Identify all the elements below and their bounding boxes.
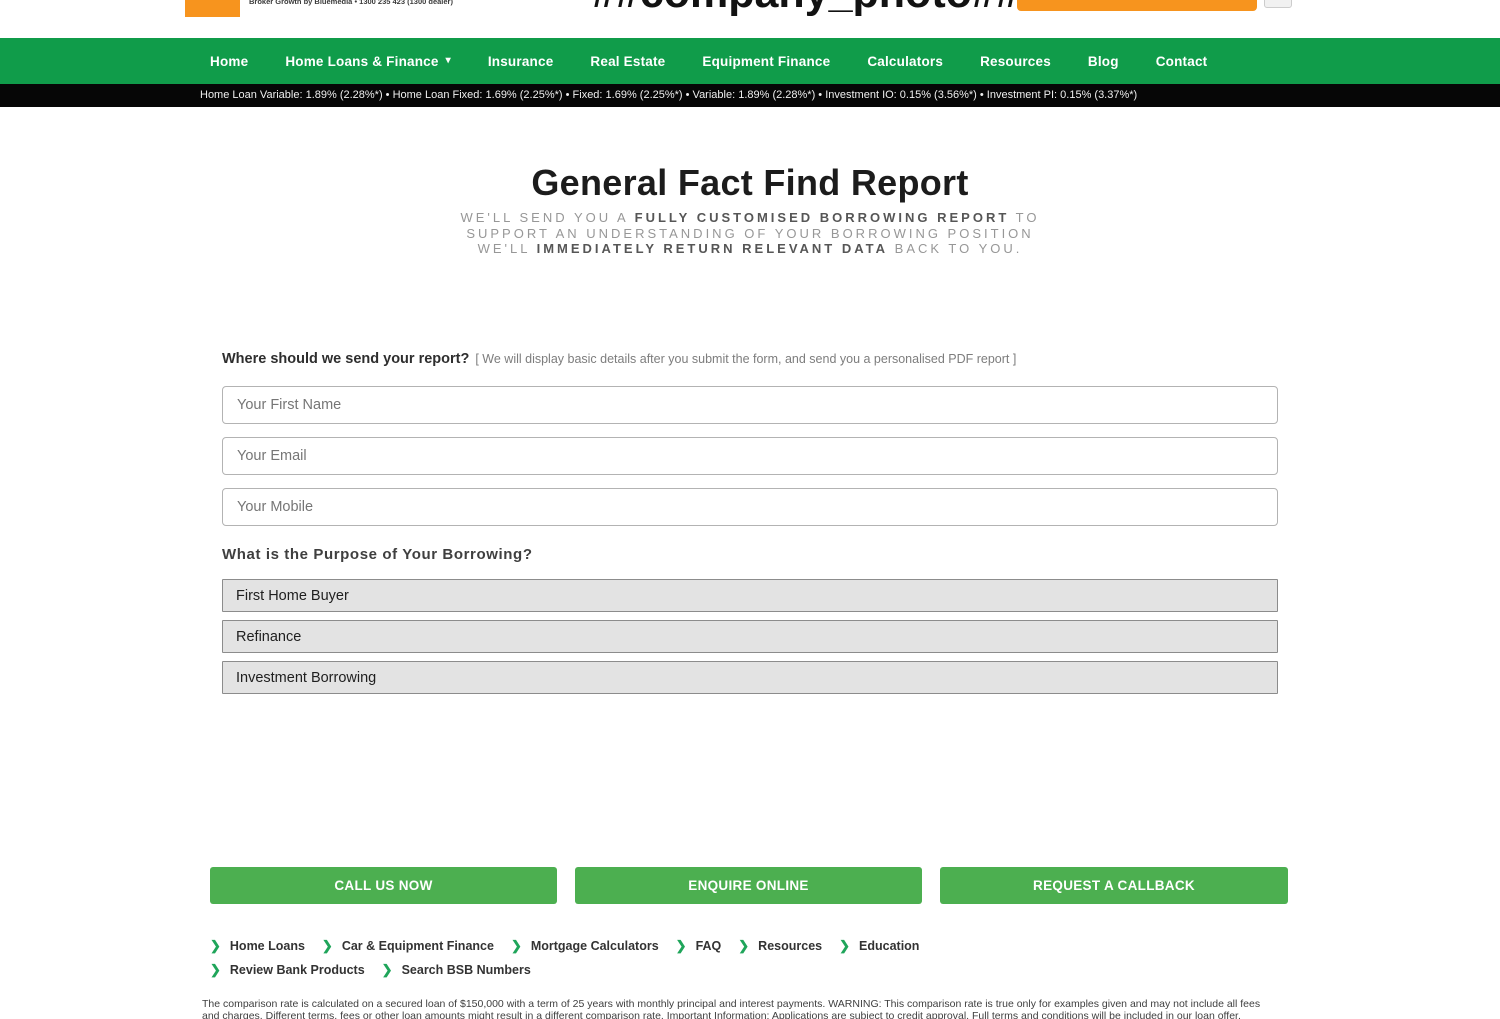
header-menu-button[interactable] [1264, 0, 1292, 8]
nav-item-blog[interactable]: Blog [1088, 54, 1119, 69]
nav-item-label: Home Loans & Finance [285, 54, 438, 69]
nav-item-label: Blog [1088, 54, 1119, 69]
footer-link-car-equipment-finance[interactable]: ❯ Car & Equipment Finance [322, 938, 494, 954]
header-tagline: Broker Growth by Bluemedia • 1300 235 42… [249, 0, 453, 6]
chevron-right-icon: ❯ [839, 938, 850, 954]
footer-link-label: Search BSB Numbers [402, 963, 531, 977]
nav-item-resources[interactable]: Resources [980, 54, 1051, 69]
footer-link-label: Education [859, 939, 919, 953]
chevron-right-icon: ❯ [210, 962, 221, 978]
chevron-right-icon: ❯ [676, 938, 687, 954]
nav-item-label: Real Estate [590, 54, 665, 69]
first-name-input[interactable] [222, 386, 1278, 424]
footer-link-home-loans[interactable]: ❯ Home Loans [210, 938, 305, 954]
nav-item-label: Resources [980, 54, 1051, 69]
footer-links-row-1: ❯ Home Loans ❯ Car & Equipment Finance ❯ Mo… [210, 935, 919, 957]
send-report-question: Where should we send your report? [222, 351, 469, 367]
call-us-now-button[interactable]: CALL US NOW [210, 867, 557, 904]
footer-link-label: Home Loans [230, 939, 305, 953]
footer-links-row-2: ❯ Review Bank Products ❯ Search BSB Number… [210, 959, 531, 981]
footer-link-resources[interactable]: ❯ Resources [738, 938, 822, 954]
footer-link-review-bank-products[interactable]: ❯ Review Bank Products [210, 962, 365, 978]
enquire-online-button[interactable]: ENQUIRE ONLINE [575, 867, 922, 904]
company-logo[interactable] [185, 0, 240, 17]
subtitle-line-3: WE'LL IMMEDIATELY RETURN RELEVANT DATA B… [0, 241, 1500, 257]
nav-item-contact[interactable]: Contact [1156, 54, 1208, 69]
nav-item-label: Calculators [867, 54, 943, 69]
page-title: General Fact Find Report [0, 162, 1500, 204]
purpose-option-first-home-buyer[interactable]: First Home Buyer [222, 579, 1278, 612]
chevron-right-icon: ❯ [738, 938, 749, 954]
subtitle-line-2: SUPPORT AN UNDERSTANDING OF YOUR BORROWI… [0, 226, 1500, 242]
nav-item-calculators[interactable]: Calculators [867, 54, 943, 69]
chevron-right-icon: ❯ [210, 938, 221, 954]
nav-item-home[interactable]: Home [210, 54, 248, 69]
nav-item-real-estate[interactable]: Real Estate [590, 54, 665, 69]
nav-item-label: Home [210, 54, 248, 69]
footer-link-label: FAQ [696, 939, 722, 953]
chevron-down-icon: ▾ [446, 56, 451, 66]
purpose-option-refinance[interactable]: Refinance [222, 620, 1278, 653]
main-nav: Home Home Loans & Finance ▾ Insurance Re… [0, 38, 1500, 84]
nav-item-home-loans-finance[interactable]: Home Loans & Finance ▾ [285, 54, 451, 69]
footer-link-education[interactable]: ❯ Education [839, 938, 919, 954]
nav-item-equipment-finance[interactable]: Equipment Finance [702, 54, 830, 69]
footer-link-faq[interactable]: ❯ FAQ [676, 938, 722, 954]
comparison-rate-disclaimer: The comparison rate is calculated on a s… [202, 998, 1260, 1019]
footer-link-search-bsb-numbers[interactable]: ❯ Search BSB Numbers [382, 962, 531, 978]
email-input[interactable] [222, 437, 1278, 475]
nav-item-label: Contact [1156, 54, 1208, 69]
footer-link-mortgage-calculators[interactable]: ❯ Mortgage Calculators [511, 938, 659, 954]
chevron-right-icon: ❯ [382, 962, 393, 978]
disclaimer-line-1: The comparison rate is calculated on a s… [202, 998, 1260, 1010]
disclaimer-line-2: and charges. Different terms, fees or ot… [202, 1010, 1260, 1019]
nav-item-label: Insurance [488, 54, 554, 69]
send-report-note: [ We will display basic details after yo… [475, 352, 1016, 366]
footer-link-label: Resources [758, 939, 822, 953]
rates-ticker: Home Loan Variable: 1.89% (2.28%*) • Hom… [0, 84, 1500, 107]
subtitle-line-1: WE'LL SEND YOU A FULLY CUSTOMISED BORROW… [0, 210, 1500, 226]
nav-item-insurance[interactable]: Insurance [488, 54, 554, 69]
nav-item-label: Equipment Finance [702, 54, 830, 69]
chevron-right-icon: ❯ [511, 938, 522, 954]
footer-link-label: Car & Equipment Finance [342, 939, 494, 953]
request-callback-button[interactable]: REQUEST A CALLBACK [940, 867, 1288, 904]
company-name-placeholder: ##company_photo## [592, 0, 1020, 18]
mobile-input[interactable] [222, 488, 1278, 526]
footer-link-label: Review Bank Products [230, 963, 365, 977]
borrowing-purpose-label: What is the Purpose of Your Borrowing? [222, 546, 533, 563]
header-cta-button[interactable] [1017, 0, 1257, 11]
footer-link-label: Mortgage Calculators [531, 939, 659, 953]
purpose-option-investment-borrowing[interactable]: Investment Borrowing [222, 661, 1278, 694]
send-report-label: Where should we send your report? [ We wi… [222, 351, 1016, 367]
site-header: Broker Growth by Bluemedia • 1300 235 42… [0, 0, 1500, 38]
page-subtitle: WE'LL SEND YOU A FULLY CUSTOMISED BORROW… [0, 210, 1500, 257]
chevron-right-icon: ❯ [322, 938, 333, 954]
page: Broker Growth by Bluemedia • 1300 235 42… [0, 0, 1500, 1019]
